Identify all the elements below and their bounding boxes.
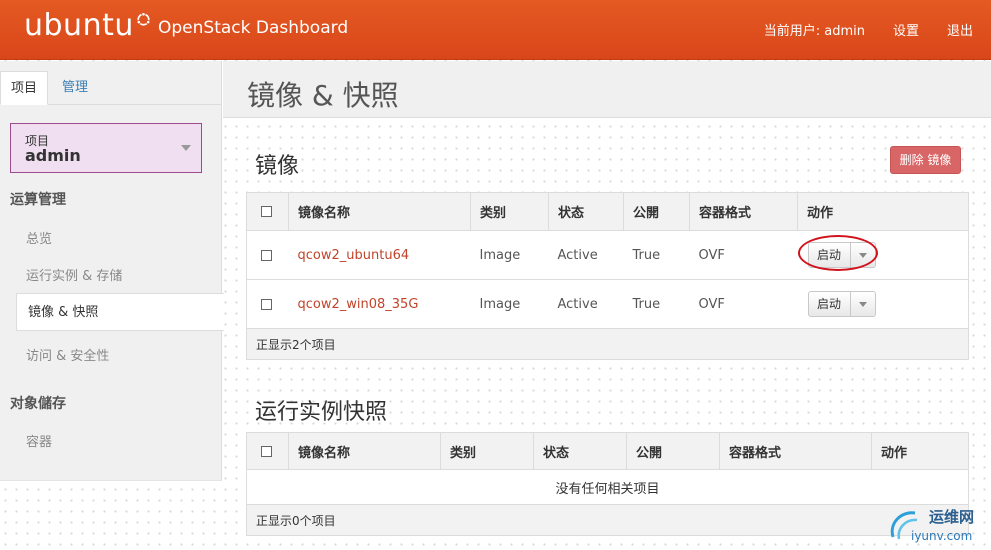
dashboard-title: OpenStack Dashboard — [158, 18, 349, 38]
column-header-format[interactable]: 容器格式 — [719, 432, 872, 470]
image-name-cell: qcow2_ubuntu64 — [288, 230, 471, 280]
tab-admin[interactable]: 管理 — [52, 71, 98, 105]
launch-button[interactable]: 启动 — [809, 292, 851, 316]
tab-project[interactable]: 项目 — [0, 71, 49, 105]
top-bar: ubuntu OpenStack Dashboard 当前用户: admin 设… — [0, 0, 991, 60]
images-table: 镜像名称 类别 状态 公開 容器格式 动作 qcow2_ubuntu64 Ima… — [246, 192, 969, 360]
actions-dropdown-toggle[interactable] — [851, 292, 875, 316]
sidebar-item-access-security[interactable]: 访问 & 安全性 — [26, 345, 109, 364]
chevron-down-icon — [181, 145, 191, 151]
snapshots-table: 镜像名称 类别 状态 公開 容器格式 动作 没有任何相关项目 正显示0个项目 — [246, 432, 969, 536]
select-all-checkbox[interactable] — [261, 206, 272, 217]
column-header-actions: 动作 — [797, 192, 969, 231]
column-header-public[interactable]: 公開 — [623, 192, 690, 231]
sidebar: 项目 管理 项目 admin 运算管理 总览 运行实例 & 存储 镜像 & 快照… — [0, 61, 224, 481]
column-header-actions: 动作 — [871, 432, 969, 470]
column-header-format[interactable]: 容器格式 — [689, 192, 798, 231]
page-header: 镜像 & 快照 — [223, 61, 991, 118]
column-header-status[interactable]: 状态 — [533, 432, 627, 470]
project-selector[interactable]: 项目 admin — [10, 123, 202, 173]
row-checkbox[interactable] — [261, 298, 272, 310]
empty-row: 没有任何相关项目 — [246, 469, 969, 505]
column-header-name[interactable]: 镜像名称 — [288, 192, 471, 231]
sidebar-section-compute: 运算管理 — [10, 192, 66, 208]
sidebar-item-containers[interactable]: 容器 — [26, 431, 52, 450]
sidebar-section-storage: 对象儲存 — [10, 396, 66, 412]
column-header-status[interactable]: 状态 — [548, 192, 624, 231]
images-count-text: 正显示2个项目 — [246, 328, 969, 360]
table-footer-row: 正显示2个项目 — [246, 328, 969, 360]
current-user-link[interactable]: 当前用户: admin — [764, 20, 865, 39]
snapshots-section-title: 运行实例快照 — [255, 400, 388, 425]
column-header-name[interactable]: 镜像名称 — [288, 432, 441, 470]
select-all-cell — [246, 432, 289, 470]
snapshots-count-text: 正显示0个项目 — [246, 504, 969, 536]
column-header-type[interactable]: 类别 — [470, 192, 549, 231]
column-header-public[interactable]: 公開 — [626, 432, 720, 470]
image-name-cell: qcow2_win08_35G — [288, 279, 471, 329]
delete-images-button[interactable]: 删除 镜像 — [890, 146, 961, 174]
ubuntu-logo-icon — [136, 12, 151, 26]
image-type-cell: Image — [470, 279, 549, 329]
settings-link[interactable]: 设置 — [893, 20, 919, 39]
watermark-text-secondary: iyunv.com — [911, 529, 973, 543]
logout-link[interactable]: 退出 — [947, 20, 973, 39]
row-select-cell — [246, 279, 289, 329]
brand[interactable]: ubuntu — [24, 7, 151, 45]
table-header-row: 镜像名称 类别 状态 公開 容器格式 动作 — [246, 432, 969, 470]
image-name-link[interactable]: qcow2_ubuntu64 — [298, 248, 410, 263]
empty-table-message: 没有任何相关项目 — [246, 469, 969, 505]
image-type-cell: Image — [470, 230, 549, 280]
row-select-cell — [246, 230, 289, 280]
column-header-type[interactable]: 类别 — [440, 432, 534, 470]
image-actions-cell: 启动 — [797, 279, 969, 329]
brand-wordmark: ubuntu — [24, 8, 134, 43]
image-public-cell: True — [623, 230, 690, 280]
select-all-cell — [246, 192, 289, 231]
image-status-cell: Active — [548, 230, 624, 280]
page-title: 镜像 & 快照 — [247, 79, 399, 112]
image-status-cell: Active — [548, 279, 624, 329]
watermark: 运维网 iyunv.com — [885, 503, 991, 547]
highlight-annotation — [798, 235, 878, 271]
table-footer-row: 正显示0个项目 — [246, 504, 969, 536]
image-format-cell: OVF — [689, 279, 798, 329]
header-user-menu: 当前用户: admin 设置 退出 — [764, 20, 973, 39]
sidebar-tabs: 项目 管理 — [0, 71, 222, 105]
image-format-cell: OVF — [689, 230, 798, 280]
sidebar-item-images[interactable]: 镜像 & 快照 — [16, 293, 224, 331]
sidebar-item-overview[interactable]: 总览 — [26, 228, 52, 247]
select-all-checkbox[interactable] — [261, 445, 272, 457]
sidebar-item-instances[interactable]: 运行实例 & 存储 — [26, 265, 122, 284]
row-checkbox[interactable] — [261, 249, 272, 261]
images-section-title: 镜像 — [255, 154, 300, 179]
project-selector-value: admin — [25, 146, 81, 165]
image-public-cell: True — [623, 279, 690, 329]
table-header-row: 镜像名称 类别 状态 公開 容器格式 动作 — [246, 192, 969, 231]
launch-split-button: 启动 — [807, 291, 876, 317]
image-name-link[interactable]: qcow2_win08_35G — [298, 297, 419, 312]
watermark-text-primary: 运维网 — [929, 508, 975, 526]
table-row: qcow2_win08_35G Image Active True OVF 启动 — [246, 279, 969, 329]
